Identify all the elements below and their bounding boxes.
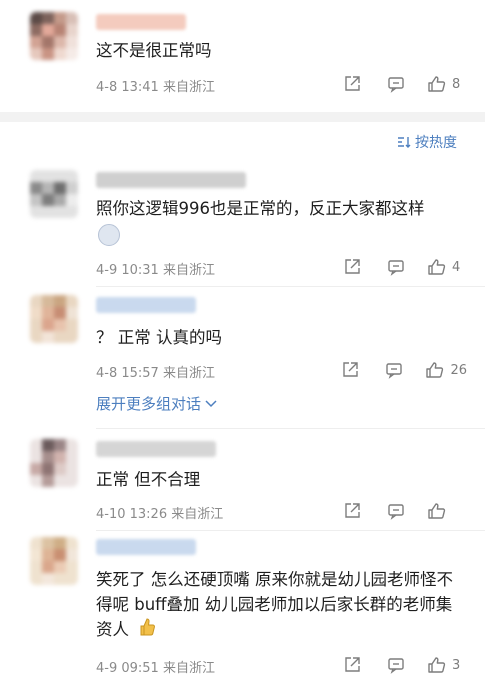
like-button[interactable]: 26 [425,361,467,379]
username-blurred[interactable] [96,172,246,188]
share-button[interactable] [341,656,361,674]
comment-time: 4-9 10:31 [96,263,159,278]
avatar[interactable] [30,439,78,487]
comment-text: 这不是很正常吗 [96,41,212,60]
comment-meta: 4-8 13:41 来自浙江 [96,76,215,95]
comment-item: 正常 但不合理 4-10 13:26 来自浙江 [0,429,485,529]
reply-button[interactable] [385,75,405,93]
username-blurred[interactable] [96,297,196,313]
username-blurred[interactable] [96,441,216,457]
like-count: 26 [450,362,467,378]
sort-icon [398,137,411,148]
reply-icon [386,363,403,379]
share-icon [345,503,360,518]
share-icon [345,259,360,274]
comment-item: ？ 正常 认真的吗 4-8 15:57 来自浙江 26 展开更多组对话 [0,287,485,427]
comment-actions [341,500,467,522]
share-icon [345,657,360,672]
avatar[interactable] [30,170,78,218]
comment-time: 4-9 09:51 [96,661,159,676]
comment-location: 来自浙江 [162,263,215,278]
comment-time: 4-8 13:41 [96,80,159,95]
comment-actions: 26 [339,359,467,381]
like-count: 8 [452,76,461,92]
comment-item: 照你这逻辑996也是正常的，反正大家都这样 4-9 10:31 来自浙江 4 [0,160,485,285]
share-button[interactable] [341,75,361,93]
like-icon [428,259,446,275]
reply-icon [388,260,404,276]
emoji [98,224,120,246]
comment-location: 来自浙江 [171,507,224,522]
comment-text: 正常 但不合理 [96,470,201,489]
like-icon [428,76,446,92]
comment-meta: 4-9 09:51 来自浙江 [96,657,215,676]
avatar[interactable] [30,537,78,585]
expand-more-replies-link[interactable]: 展开更多组对话 [96,393,217,414]
thumbs-up-emoji [138,617,156,644]
like-icon [426,362,444,378]
like-count: 4 [452,259,461,275]
reply-icon [388,77,404,93]
section-divider [0,112,485,122]
avatar[interactable] [30,295,78,343]
comment-meta: 4-9 10:31 来自浙江 [96,259,215,278]
reply-button[interactable] [385,502,405,520]
avatar[interactable] [30,12,78,60]
comment-meta: 4-10 13:26 来自浙江 [96,503,223,522]
like-button[interactable] [427,502,467,520]
reply-button[interactable] [383,361,403,379]
username-blurred[interactable] [96,539,196,555]
share-button[interactable] [339,361,359,379]
reply-button[interactable] [385,656,405,674]
comment-text: ？ 正常 认真的吗 [96,328,222,347]
like-button[interactable]: 8 [427,75,467,93]
comment-text: 照你这逻辑996也是正常的，反正大家都这样 [96,199,425,218]
share-button[interactable] [341,258,361,276]
comment-location: 来自浙江 [162,661,215,676]
like-icon [428,657,446,673]
pinned-comment: 这不是很正常吗 4-8 13:41 来自浙江 8 [0,0,485,112]
reply-button[interactable] [385,258,405,276]
expand-label: 展开更多组对话 [96,395,202,413]
sort-by-hot-button[interactable]: 按热度 [397,132,457,152]
comment-actions: 8 [341,73,467,95]
like-button[interactable]: 4 [427,258,467,276]
chevron-down-icon [205,399,217,407]
username-blurred[interactable] [96,14,186,30]
like-button[interactable]: 3 [427,656,467,674]
reply-icon [388,504,404,520]
share-icon [345,76,360,91]
comment-actions: 3 [341,654,467,676]
like-count: 3 [452,657,461,673]
surprised-face-emoji [98,224,120,246]
comment-text: 笑死了 怎么还硬顶嘴 原来你就是幼儿园老师怪不得呢 buff叠加 幼儿园老师加以… [96,567,461,644]
share-button[interactable] [341,502,361,520]
comment-time: 4-8 15:57 [96,366,159,381]
comment-time: 4-10 13:26 [96,507,168,522]
comment-actions: 4 [341,256,467,278]
reply-icon [388,658,404,674]
share-icon [343,362,359,377]
comment-location: 来自浙江 [162,366,215,381]
comment-item: 笑死了 怎么还硬顶嘴 原来你就是幼儿园老师怪不得呢 buff叠加 幼儿园老师加以… [0,531,485,678]
comment-meta: 4-8 15:57 来自浙江 [96,362,215,381]
comment-location: 来自浙江 [162,80,215,95]
like-icon [428,503,446,519]
sort-label: 按热度 [415,135,457,151]
